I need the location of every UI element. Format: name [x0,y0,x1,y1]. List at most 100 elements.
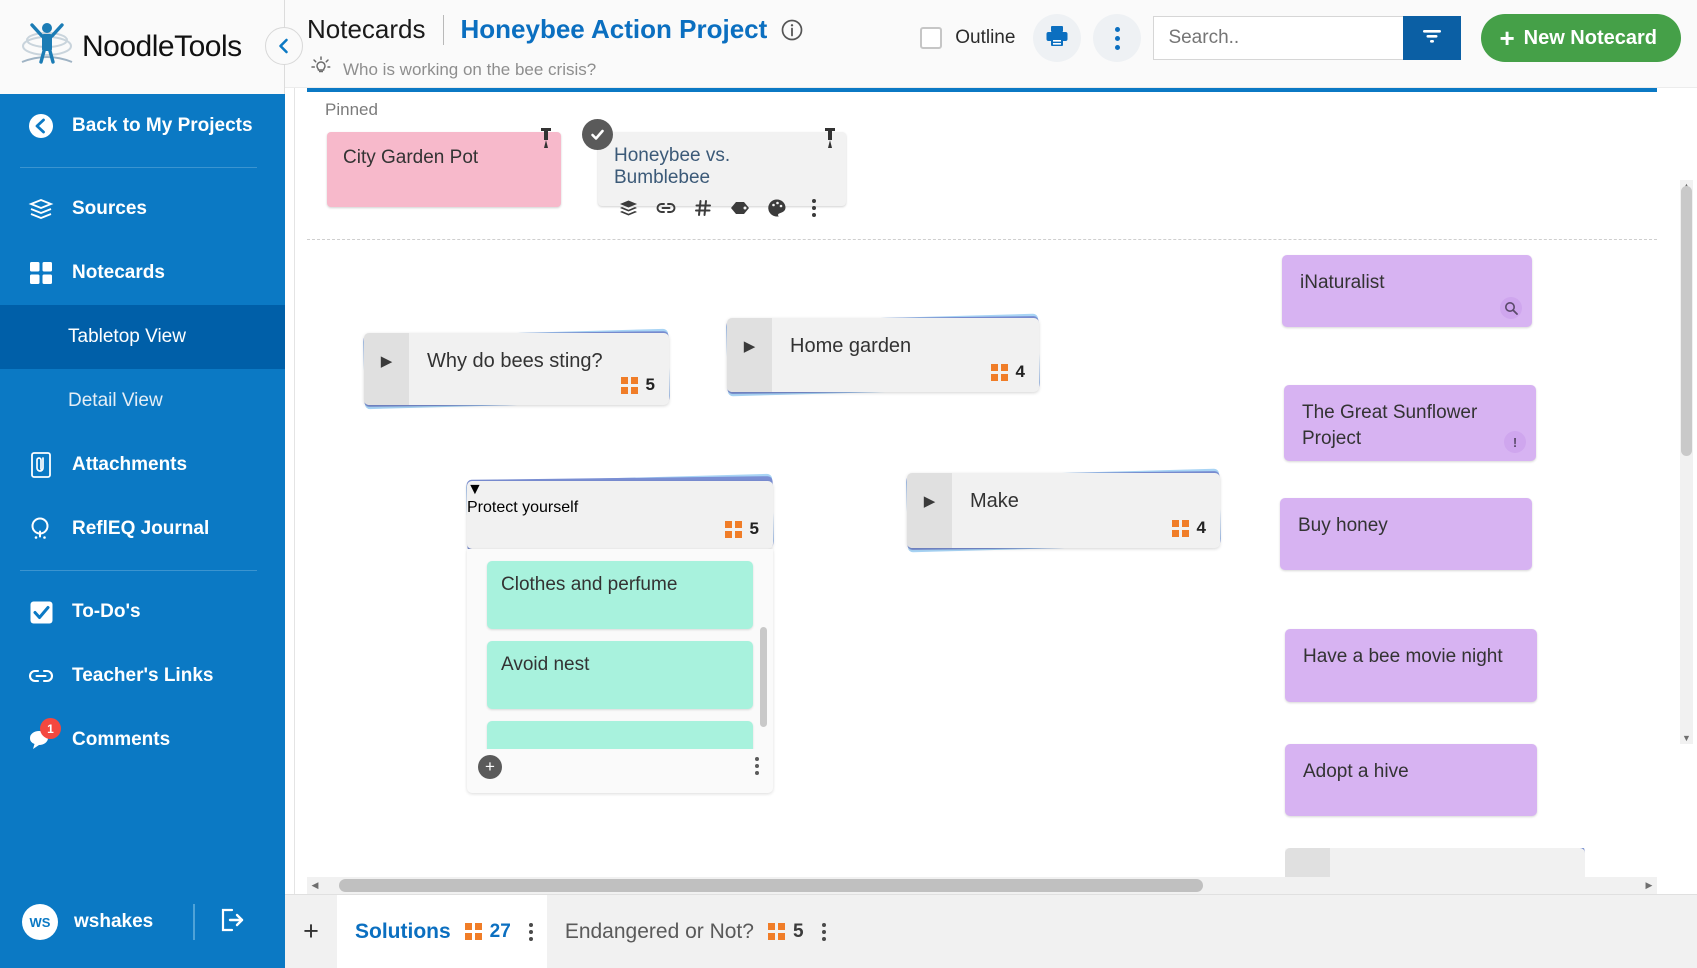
pile-sheet-front[interactable]: ▶ Why do bees sting? 5 [364,333,669,405]
pinned-card-city-garden-pot[interactable]: City Garden Pot [327,132,561,207]
notecard-great-sunflower-project[interactable]: The Great Sunflower Project ! [1284,385,1536,461]
tab-label: Endangered or Not? [565,920,754,944]
color-palette-icon[interactable] [758,195,795,221]
pile-children-list[interactable]: Clothes and perfume Avoid nest [467,549,773,749]
scroll-right-arrow-icon[interactable]: ▶ [1641,880,1657,891]
noodletools-figure-logo [16,16,78,78]
printer-icon [1044,24,1070,53]
pushpin-icon[interactable] [537,127,555,154]
vertical-dots-icon[interactable] [795,195,832,221]
triangle-down-icon: ▼ [467,481,483,498]
pinned-card-title: Honeybee vs. Bumblebee [598,132,846,189]
stack-layers-icon[interactable] [610,195,647,221]
vertical-dots-icon[interactable] [529,923,533,941]
vertical-dots-icon [1115,27,1120,50]
project-subtitle-row: Who is working on the bee crisis? [311,56,596,83]
search-group [1153,16,1461,60]
scrollbar-thumb[interactable] [1681,186,1692,456]
notecard-inaturalist[interactable]: iNaturalist [1282,255,1532,327]
magnifier-question-icon [28,516,54,542]
sidebar-item-todos[interactable]: To-Do's [0,580,285,644]
notecard-buy-honey[interactable]: Buy honey [1280,498,1532,570]
filter-button[interactable] [1403,16,1461,60]
pile-card[interactable]: ▶ Make 4 [907,473,1220,548]
plus-circle-icon[interactable]: + [478,755,502,779]
scroll-down-arrow-icon[interactable]: ▼ [1680,733,1693,743]
check-circle-icon[interactable] [582,119,613,150]
child-notecard[interactable]: Clothes and perfume [487,561,753,629]
vertical-dots-icon[interactable] [822,923,826,941]
breadcrumb-section[interactable]: Notecards [307,14,426,45]
scrollbar-thumb[interactable] [339,879,1203,892]
pile-title: Home garden [790,335,911,358]
sidebar-item-label: Detail View [68,390,163,412]
vertical-dots-icon[interactable] [755,757,759,775]
notecard-bee-movie-night[interactable]: Have a bee movie night [1285,629,1537,702]
stack-layers-icon [28,196,54,222]
sidebar-item-refleq-journal[interactable]: ReflEQ Journal [0,497,285,561]
sidebar-item-back-to-projects[interactable]: Back to My Projects [0,94,285,158]
print-button[interactable] [1033,14,1081,62]
avatar[interactable]: WS [22,904,58,940]
exclamation-icon[interactable]: ! [1504,431,1526,453]
pile-count: 4 [991,362,1025,382]
sidebar-item-attachments[interactable]: Attachments [0,433,285,497]
sidebar-item-notecards[interactable]: Notecards [0,241,285,305]
notecard-title: Have a bee movie night [1285,629,1537,670]
sidebar-item-comments[interactable]: 1 Comments [0,708,285,772]
child-notecard[interactable]: Avoid nest [487,641,753,709]
hashtag-icon[interactable] [684,195,721,221]
link-chain-icon[interactable] [647,195,684,221]
pile-card[interactable]: ▶ Home garden 4 [727,318,1039,392]
child-notecard[interactable] [487,721,753,749]
info-circle-icon[interactable] [781,19,803,41]
sidebar-item-tabletop-view[interactable]: Tabletop View [0,305,285,369]
tab-solutions[interactable]: Solutions 27 [337,895,547,968]
pile-count-value: 5 [646,375,655,395]
pile-card[interactable]: ▶ Why do bees sting? 5 [364,333,669,405]
more-options-button[interactable] [1093,14,1141,62]
notecard-board[interactable]: ▶ Why do bees sting? 5 [307,240,1657,878]
page-title[interactable]: Honeybee Action Project [461,14,768,45]
sidebar-item-detail-view[interactable]: Detail View [0,369,285,433]
comments-badge: 1 [40,718,61,739]
pile-sheet-front[interactable]: ▶ Home garden 4 [727,318,1039,392]
magnifier-icon[interactable] [1500,297,1522,319]
pile-sheet-front[interactable]: ▼ Protect yourself 5 [467,481,773,549]
pile-sheet-front[interactable] [1285,848,1585,878]
children-scrollbar[interactable] [760,627,767,727]
pile-toggle[interactable]: ▶ [907,473,952,548]
add-tab-button[interactable]: + [285,895,337,968]
project-subtitle: Who is working on the bee crisis? [343,60,596,80]
pile-toggle[interactable]: ▼ [467,481,773,499]
pile-toggle[interactable]: ▶ [364,333,409,405]
triangle-right-icon: ▶ [381,352,393,370]
sidebar-item-label: Back to My Projects [72,115,253,137]
pinned-card-honeybee-vs-bumblebee[interactable]: Honeybee vs. Bumblebee [598,132,846,206]
brand-name: NoodleTools [82,30,242,64]
pile-toggle[interactable] [1285,848,1330,878]
four-squares-icon [465,923,482,940]
canvas-vertical-scrollbar[interactable]: ▲ ▼ [1680,180,1693,744]
logout-arrow-icon[interactable] [219,907,245,938]
tab-endangered-or-not[interactable]: Endangered or Not? 5 [547,895,840,968]
tag-label-icon[interactable] [721,195,758,221]
chevron-left-circle-icon[interactable] [265,27,303,65]
pile-toggle[interactable]: ▶ [727,318,772,392]
filter-funnel-icon [1419,26,1445,51]
pile-card-partial[interactable] [1285,848,1585,878]
new-notecard-button[interactable]: + New Notecard [1481,14,1681,62]
search-input[interactable] [1153,16,1403,60]
user-footer: WS wshakes [0,876,285,968]
outline-toggle[interactable]: Outline [920,27,1015,49]
outline-checkbox[interactable] [920,27,942,49]
pile-count-value: 4 [1016,362,1025,382]
sidebar-item-label: To-Do's [72,601,141,623]
scroll-left-arrow-icon[interactable]: ◀ [307,880,323,891]
pile-sheet-front[interactable]: ▶ Make 4 [907,473,1220,548]
canvas-horizontal-scrollbar[interactable]: ◀ ▶ [307,877,1657,894]
sidebar-item-sources[interactable]: Sources [0,177,285,241]
notecard-adopt-a-hive[interactable]: Adopt a hive [1285,744,1537,816]
sidebar-item-teachers-links[interactable]: Teacher's Links [0,644,285,708]
pushpin-icon[interactable] [821,127,839,154]
